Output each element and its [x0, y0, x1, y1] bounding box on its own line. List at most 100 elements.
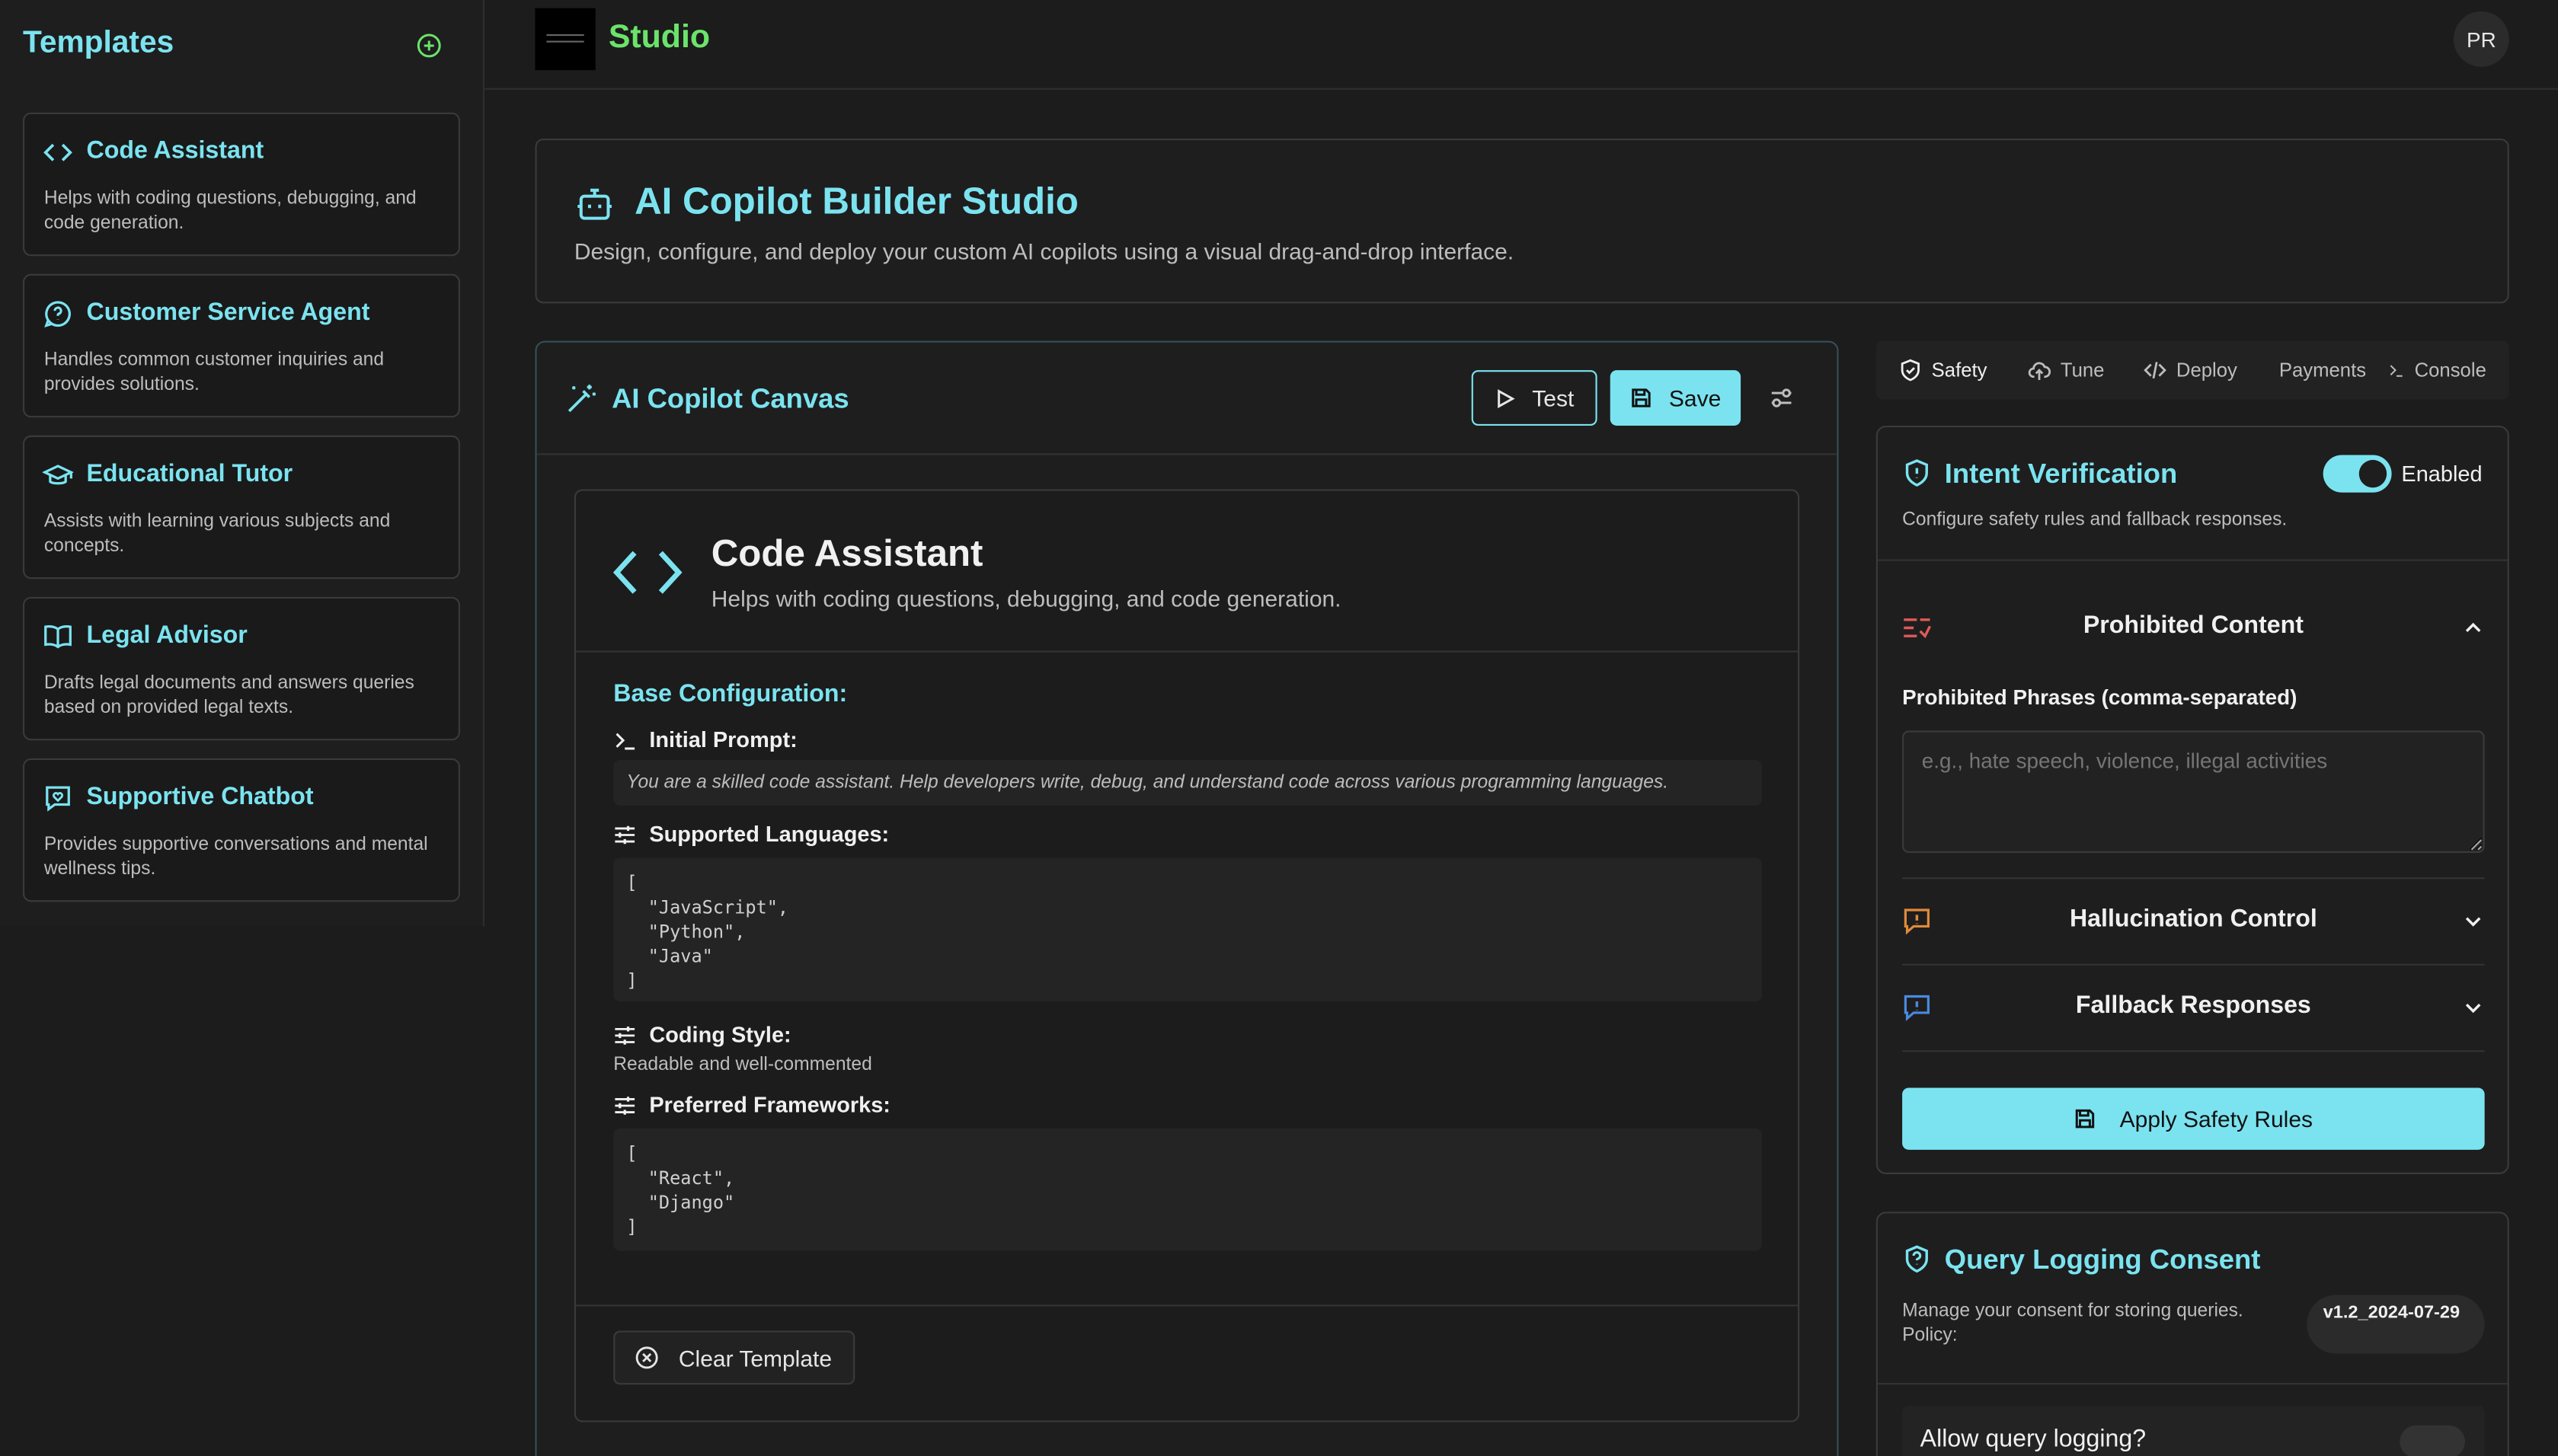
divider — [575, 1304, 1799, 1307]
template-card-legal-advisor[interactable]: Legal Advisor Drafts legal documents and… — [22, 596, 460, 741]
magic-wand-icon — [568, 385, 596, 413]
code-icon — [43, 143, 72, 161]
graduation-cap-icon — [42, 465, 74, 485]
accordion-title: Hallucination Control — [2069, 905, 2317, 933]
shield-alert-icon — [1905, 459, 1928, 487]
save-icon — [2076, 1109, 2095, 1129]
templates-sidebar: Templates Code Assistant Helps with codi… — [0, 0, 485, 927]
intent-subtitle: Configure safety rules and fallback resp… — [1902, 510, 2288, 531]
add-template-icon[interactable] — [416, 33, 442, 59]
sliders-horizontal-icon — [615, 1096, 635, 1114]
save-button[interactable]: Save — [1610, 370, 1741, 426]
tab-safety-label: Safety — [1931, 359, 1987, 382]
prohibited-phrases-input[interactable] — [1902, 730, 2485, 854]
app-logo[interactable] — [535, 8, 596, 71]
sliders-horizontal-icon — [615, 1026, 635, 1044]
supported-languages-label-text: Supported Languages: — [649, 822, 890, 847]
coding-style-label-text: Coding Style: — [649, 1022, 791, 1047]
supported-languages-code: [ "JavaScript", "Python", "Java" ] — [613, 857, 1762, 1001]
accordion-title: Fallback Responses — [2075, 991, 2311, 1020]
template-detail-description: Helps with coding questions, debugging, … — [711, 585, 1341, 612]
message-question-icon — [44, 301, 71, 328]
template-name: Code Assistant — [86, 136, 264, 165]
template-detail-name: Code Assistant — [711, 532, 983, 574]
accordion-hallucination-control[interactable]: Hallucination Control — [1902, 879, 2485, 963]
template-description: Drafts legal documents and answers queri… — [43, 673, 414, 718]
template-description: Helps with coding questions, debugging, … — [43, 189, 417, 234]
query-logging-card: Query Logging Consent Manage your consen… — [1875, 1212, 2509, 1456]
coding-style-label: Coding Style: — [613, 1023, 791, 1047]
prohibited-phrases-label: Prohibited Phrases (comma-separated) — [1902, 685, 2297, 710]
template-card-code-assistant[interactable]: Code Assistant Helps with coding questio… — [22, 112, 460, 257]
template-description: Provides supportive conversations and me… — [43, 835, 428, 880]
user-avatar[interactable]: PR — [2453, 11, 2509, 67]
template-card-educational-tutor[interactable]: Educational Tutor Assists with learning … — [22, 435, 460, 580]
template-card-supportive-chatbot[interactable]: Supportive Chatbot Provides supportive c… — [22, 758, 460, 902]
sliders-icon[interactable] — [1768, 385, 1794, 410]
tab-console[interactable]: Console — [2388, 341, 2486, 400]
sidebar-title: Templates — [22, 26, 174, 61]
base-config-title: Base Configuration: — [613, 680, 848, 708]
x-circle-icon — [635, 1346, 658, 1369]
initial-prompt-label-text: Initial Prompt: — [649, 727, 798, 752]
initial-prompt-value: You are a skilled code assistant. Help d… — [613, 759, 1762, 806]
chevron-down-icon — [2465, 1004, 2481, 1014]
preferred-frameworks-label: Preferred Frameworks: — [613, 1093, 891, 1117]
canvas-title: AI Copilot Canvas — [612, 383, 849, 414]
test-button[interactable]: Test — [1471, 370, 1597, 426]
shield-question-icon — [1905, 1245, 1928, 1273]
coding-style-value: Readable and well-commented — [613, 1055, 872, 1075]
clear-template-button[interactable]: Clear Template — [613, 1330, 855, 1385]
apply-safety-rules-label: Apply Safety Rules — [2119, 1106, 2313, 1132]
chevron-down-icon — [2465, 917, 2481, 927]
accordion-fallback-responses[interactable]: Fallback Responses — [1902, 966, 2485, 1050]
allow-logging-toggle[interactable] — [2400, 1425, 2465, 1456]
page-description: Design, configure, and deploy your custo… — [574, 238, 1514, 264]
chevron-up-icon — [2465, 622, 2481, 633]
preferred-frameworks-code: [ "React", "Django" ] — [613, 1128, 1762, 1251]
divider — [1877, 1383, 2508, 1385]
template-detail-header: Code Assistant Helps with coding questio… — [575, 491, 1799, 653]
page-title: AI Copilot Builder Studio — [635, 179, 1079, 222]
tab-tune-label: Tune — [2060, 359, 2105, 382]
sliders-horizontal-icon — [615, 825, 635, 844]
intent-title: Intent Verification — [1944, 458, 2178, 490]
code-icon — [2144, 362, 2166, 379]
template-card-customer-service[interactable]: Customer Service Agent Handles common cu… — [22, 273, 460, 418]
accordion-title: Prohibited Content — [2083, 611, 2304, 640]
app-name: Studio — [608, 19, 711, 56]
tab-tune[interactable]: Tune — [2028, 341, 2104, 400]
divider — [1902, 1050, 2485, 1052]
template-detail-panel: Code Assistant Helps with coding questio… — [574, 489, 1800, 1422]
intent-verification-card: Intent Verification Enabled Configure sa… — [1875, 425, 2509, 1174]
supported-languages-label: Supported Languages: — [613, 822, 889, 846]
play-icon — [1498, 388, 1515, 408]
intent-toggle[interactable] — [2323, 455, 2392, 493]
apply-safety-rules-button[interactable]: Apply Safety Rules — [1902, 1087, 2485, 1150]
cloud-upload-icon — [2028, 362, 2051, 380]
bot-icon — [577, 188, 612, 220]
test-button-label: Test — [1532, 385, 1575, 411]
policy-version-badge: v1.2_2024-07-29 — [2307, 1295, 2485, 1354]
template-name: Educational Tutor — [86, 459, 293, 488]
tab-deploy[interactable]: Deploy — [2144, 341, 2237, 400]
template-description: Handles common customer inquiries and pr… — [43, 350, 385, 395]
book-open-icon — [44, 625, 72, 649]
template-name: Customer Service Agent — [86, 298, 370, 327]
config-tabs: Safety Tune Deploy Payments Console — [1875, 340, 2509, 400]
initial-prompt-label: Initial Prompt: — [613, 727, 798, 752]
clear-template-label: Clear Template — [678, 1344, 833, 1371]
tab-payments-label: Payments — [2278, 359, 2367, 382]
message-heart-icon — [46, 786, 70, 812]
canvas-header: AI Copilot Canvas Test Save — [536, 343, 1837, 455]
tab-payments[interactable]: Payments — [2279, 341, 2366, 400]
allow-logging-row: Allow query logging? — [1902, 1406, 2485, 1456]
page-hero: AI Copilot Builder Studio Design, config… — [535, 139, 2509, 304]
save-button-label: Save — [1668, 385, 1722, 411]
template-name: Supportive Chatbot — [86, 782, 314, 811]
terminal-icon — [2390, 365, 2403, 377]
tab-safety[interactable]: Safety — [1899, 341, 1987, 400]
top-header: Studio PR — [484, 0, 2558, 90]
tab-deploy-label: Deploy — [2176, 359, 2237, 382]
accordion-prohibited-content[interactable]: Prohibited Content — [1902, 586, 2485, 670]
